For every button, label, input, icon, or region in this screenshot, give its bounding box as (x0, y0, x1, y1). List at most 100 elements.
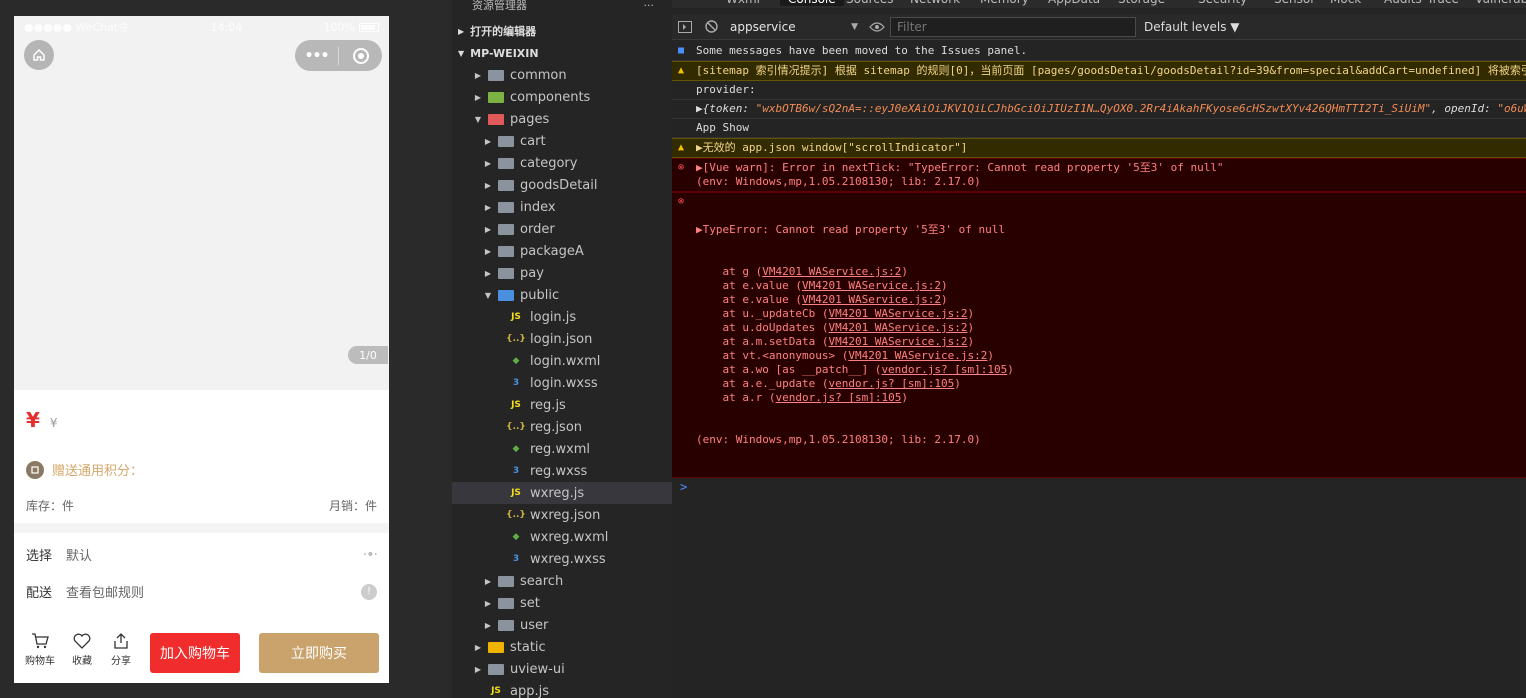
console-plain-message: App Show (672, 119, 1526, 138)
eye-icon (869, 21, 885, 32)
message-text: ▶[Vue warn]: Error in nextTick: "TypeErr… (696, 161, 1224, 188)
stack-env: (env: Windows,mp,1.05.2108130; lib: 2.17… (696, 433, 981, 446)
devtools-tab[interactable]: Network (910, 0, 960, 6)
warning-icon: ▲ (678, 65, 685, 76)
tree-item[interactable]: ▶ goodsDetail (452, 174, 672, 196)
tree-item[interactable]: ▼ public (452, 284, 672, 306)
open-editors-section[interactable]: ▶ 打开的编辑器 (452, 20, 672, 42)
tree-item-label: reg.json (530, 419, 583, 435)
stack-text: ) (954, 377, 961, 390)
tree-item[interactable]: JS reg.js (452, 394, 672, 416)
tree-item[interactable]: {..} reg.json (452, 416, 672, 438)
chevron-right-icon: ▶ (484, 620, 492, 630)
tree-item-label: login.json (530, 331, 593, 347)
devtools-tab[interactable]: AppData (1048, 0, 1100, 6)
devtools-tab[interactable]: Audits (1384, 0, 1422, 6)
explorer-title-bar: 资源管理器 ··· (452, 0, 672, 20)
tree-item[interactable]: ◆ login.wxml (452, 350, 672, 372)
devtools-tab[interactable]: Mock (1330, 0, 1361, 6)
select-spec-row[interactable]: 选择 默认 ·•· (26, 545, 378, 565)
tree-item[interactable]: ▶ search (452, 570, 672, 592)
source-link[interactable]: VM4201 WAService.js:2 (802, 279, 941, 292)
tree-item[interactable]: ▶ static (452, 636, 672, 658)
add-to-cart-button[interactable]: 加入购物车 (150, 633, 240, 673)
console-filter-input[interactable] (890, 16, 1136, 37)
source-link[interactable]: vendor.js? [sm]:105 (775, 391, 901, 404)
info-icon: ■ (678, 45, 685, 56)
source-link[interactable]: VM4201 WAService.js:2 (828, 321, 967, 334)
tree-item[interactable]: ▶ cart (452, 130, 672, 152)
buy-now-button[interactable]: 立即购买 (259, 633, 379, 673)
tree-item[interactable]: 3 wxreg.wxss (452, 548, 672, 570)
devtools-tab[interactable]: Memory (980, 0, 1029, 6)
tree-item[interactable]: ▶ user (452, 614, 672, 636)
json-file-icon: {..} (506, 422, 526, 432)
devtools-tab[interactable]: Console (780, 0, 844, 6)
log-levels-dropdown[interactable]: Default levels ▼ (1144, 20, 1240, 34)
tree-item[interactable]: ▶ order (452, 218, 672, 240)
sidebar-toggle-button[interactable] (672, 15, 698, 39)
devtools-tab[interactable]: Trace (1427, 0, 1459, 6)
object-prefix[interactable]: ▶{token: (696, 102, 756, 116)
tree-item[interactable]: ▶ components (452, 86, 672, 108)
explorer-title: 资源管理器 (472, 0, 527, 12)
tree-item[interactable]: ▶ set (452, 592, 672, 614)
stack-text: ) (941, 293, 948, 306)
source-link[interactable]: VM4201 WAService.js:2 (802, 293, 941, 306)
tree-item[interactable]: ▶ category (452, 152, 672, 174)
tree-item[interactable]: JS app.js (452, 680, 672, 698)
tree-item[interactable]: ▶ packageA (452, 240, 672, 262)
tree-item[interactable]: JS wxreg.js (452, 482, 672, 504)
home-button[interactable] (24, 40, 54, 70)
favorite-button[interactable]: 收藏 (66, 633, 98, 667)
source-link[interactable]: VM4201 WAService.js:2 (848, 349, 987, 362)
product-gallery[interactable] (14, 16, 389, 390)
cart-nav-button[interactable]: 购物车 (24, 633, 56, 667)
devtools-tab[interactable]: Sensor (1274, 0, 1315, 6)
tree-item[interactable]: {..} wxreg.json (452, 504, 672, 526)
tree-item[interactable]: ◆ reg.wxml (452, 438, 672, 460)
source-link[interactable]: vendor.js? [sm]:105 (881, 363, 1007, 376)
devtools-tab[interactable]: Wxml (726, 0, 760, 6)
source-link[interactable]: vendor.js? [sm]:105 (828, 377, 954, 390)
live-expression-button[interactable] (864, 15, 890, 39)
share-button[interactable]: 分享 (105, 633, 137, 667)
tree-item[interactable]: 3 login.wxss (452, 372, 672, 394)
sales-label: 月销：件 (328, 499, 377, 513)
wxml-file-icon: ◆ (512, 444, 520, 454)
stock-row: 库存：件 月销：件 (26, 497, 377, 514)
devtools-tab[interactable]: Storage (1118, 0, 1165, 6)
context-select[interactable]: appservice ▼ (724, 17, 864, 37)
console-warn-message: ▲ [sitemap 索引情况提示] 根据 sitemap 的规则[0]，当前页面… (672, 61, 1526, 81)
explorer-more-button[interactable]: ··· (644, 0, 655, 20)
tree-item[interactable]: ▼ pages (452, 108, 672, 130)
devtools-tab[interactable]: Security (1198, 0, 1247, 6)
source-link[interactable]: VM4201 WAService.js:2 (828, 307, 967, 320)
console-output: ■ Some messages have been moved to the Is… (672, 42, 1526, 496)
chevron-right-icon: ▶ (484, 158, 492, 168)
stack-text: ) (967, 321, 975, 334)
source-link[interactable]: VM4201 WAService.js:2 (762, 265, 901, 278)
devtools-tab[interactable]: Sources (846, 0, 893, 6)
console-prompt[interactable]: > (672, 478, 1526, 496)
source-link[interactable]: VM4201 WAService.js:2 (828, 335, 967, 348)
tree-item-label: login.wxml (530, 353, 601, 369)
tree-item[interactable]: ▶ pay (452, 262, 672, 284)
tree-item-label: uview-ui (510, 661, 565, 677)
devtools-tab[interactable]: Vulnerability (1475, 0, 1526, 6)
tree-item[interactable]: ▶ index (452, 196, 672, 218)
tree-item[interactable]: JS login.js (452, 306, 672, 328)
more-menu-button[interactable]: ••• (295, 48, 338, 64)
stack-head[interactable]: ▶TypeError: Cannot read property '5至3' o… (696, 223, 1014, 237)
delivery-row[interactable]: 配送 查看包邮规则 ! (26, 582, 377, 601)
tree-item[interactable]: {..} login.json (452, 328, 672, 350)
tree-item[interactable]: 3 reg.wxss (452, 460, 672, 482)
tree-item[interactable]: ▶ uview-ui (452, 658, 672, 680)
tree-item[interactable]: ◆ wxreg.wxml (452, 526, 672, 548)
tree-item[interactable]: ▶ common (452, 64, 672, 86)
chevron-down-icon: ▼ (474, 114, 482, 124)
message-text: provider: (696, 83, 756, 96)
close-miniprogram-button[interactable] (339, 47, 382, 65)
clear-console-button[interactable] (698, 15, 724, 39)
project-section[interactable]: ▼ MP-WEIXIN (452, 42, 672, 64)
